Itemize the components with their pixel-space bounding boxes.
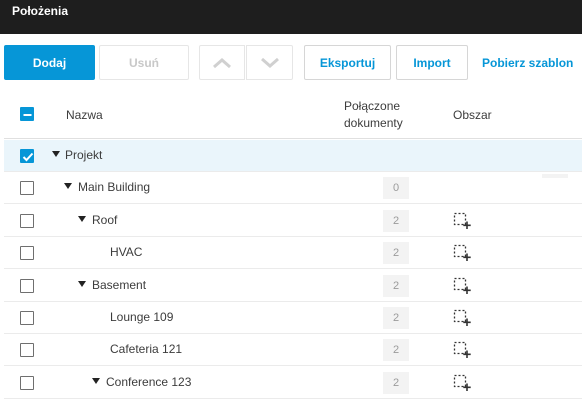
locations-table: Nazwa Połączone dokumenty Obszar Projekt… — [4, 91, 582, 402]
add-area-icon[interactable] — [453, 374, 471, 395]
linked-docs-count: 2 — [383, 274, 409, 297]
linked-docs-count: 2 — [383, 242, 409, 265]
table-row[interactable]: HVAC 2 — [4, 237, 582, 270]
row-checkbox[interactable] — [20, 375, 34, 390]
move-up-button[interactable] — [199, 45, 245, 80]
row-checkbox[interactable] — [20, 149, 34, 163]
row-checkbox[interactable] — [20, 181, 34, 196]
chevron-up-icon — [212, 57, 232, 69]
row-name: Cafeteria 121 — [110, 342, 183, 357]
linked-docs-count: 2 — [383, 307, 409, 329]
add-area-icon[interactable] — [453, 341, 471, 362]
window-title: Położenia — [12, 4, 69, 18]
table-row[interactable]: Roof 2 — [4, 205, 582, 237]
row-checkbox[interactable] — [20, 343, 34, 358]
minus-icon — [23, 114, 32, 116]
expand-caret-icon[interactable] — [64, 183, 72, 190]
add-button[interactable]: Dodaj — [4, 45, 95, 80]
row-name: Basement — [92, 277, 147, 292]
row-checkbox[interactable] — [20, 278, 34, 293]
linked-docs-header-line2: dokumenty — [344, 116, 403, 130]
column-header-linked-docs[interactable]: Połączone dokumenty — [344, 98, 403, 132]
add-area-icon[interactable] — [453, 277, 471, 298]
row-name: Lounge 109 — [110, 310, 174, 324]
table-row[interactable]: Main Building 0 — [4, 172, 582, 205]
table-row[interactable]: Basement 2 — [4, 270, 582, 302]
column-header-area[interactable]: Obszar — [453, 108, 492, 122]
row-name: Projekt — [65, 148, 103, 162]
column-header-name[interactable]: Nazwa — [66, 108, 103, 122]
table-row[interactable]: Conference 123 2 — [4, 367, 582, 399]
add-area-icon[interactable] — [453, 212, 471, 233]
expand-caret-icon[interactable] — [52, 151, 60, 157]
row-name: HVAC — [110, 245, 143, 260]
row-checkbox[interactable] — [20, 246, 34, 261]
move-down-button[interactable] — [246, 45, 293, 80]
expand-caret-icon[interactable] — [92, 377, 100, 384]
table-header: Nazwa Połączone dokumenty Obszar — [4, 91, 582, 139]
export-button[interactable]: Eksportuj — [304, 45, 391, 80]
row-checkbox[interactable] — [20, 213, 34, 228]
chevron-down-icon — [260, 57, 280, 69]
linked-docs-header-line1: Połączone — [344, 99, 401, 113]
delete-button[interactable]: Usuń — [99, 45, 189, 80]
linked-docs-count: 2 — [383, 371, 409, 394]
check-icon — [22, 152, 34, 162]
table-row[interactable]: Lounge 109 2 — [4, 302, 582, 334]
row-name: Conference 123 — [106, 374, 192, 389]
row-name: Roof — [92, 212, 118, 227]
scrollbar-thumb[interactable] — [542, 174, 568, 179]
table-row[interactable]: Projekt — [4, 140, 582, 172]
expand-caret-icon[interactable] — [78, 280, 86, 287]
linked-docs-count: 2 — [383, 209, 409, 232]
table-row[interactable]: Cafeteria 121 2 — [4, 334, 582, 367]
add-area-icon[interactable] — [453, 244, 471, 265]
add-area-icon[interactable] — [453, 309, 471, 330]
row-name: Main Building — [78, 180, 151, 195]
title-bar: Położenia — [0, 0, 582, 34]
linked-docs-count: 2 — [383, 339, 409, 362]
select-all-checkbox[interactable] — [20, 107, 34, 121]
linked-docs-count: 0 — [383, 177, 409, 200]
expand-caret-icon[interactable] — [78, 215, 86, 222]
download-template-link[interactable]: Pobierz szablon — [482, 45, 573, 80]
row-checkbox[interactable] — [20, 311, 34, 325]
import-button[interactable]: Import — [396, 45, 468, 80]
